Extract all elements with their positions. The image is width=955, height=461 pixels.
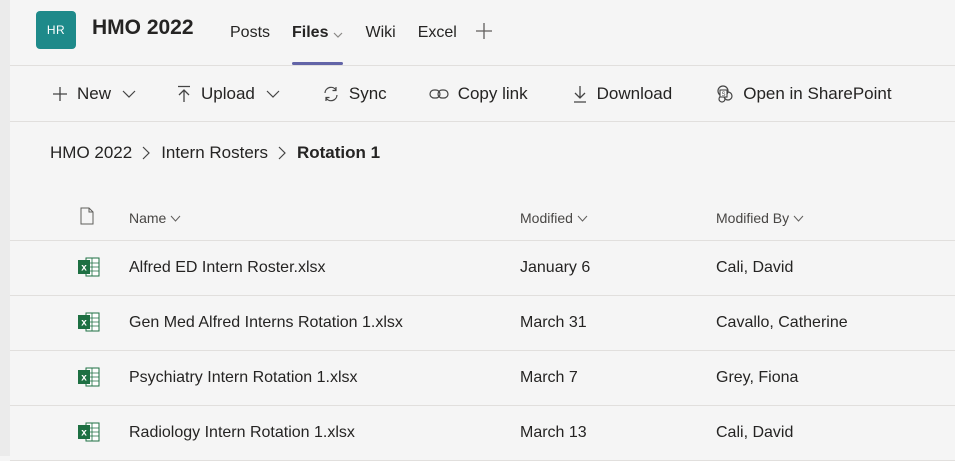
plus-icon	[52, 86, 68, 102]
tab-wiki-label: Wiki	[365, 24, 396, 41]
upload-icon	[176, 85, 192, 103]
sync-icon	[322, 85, 340, 103]
team-avatar[interactable]: HR	[36, 11, 76, 49]
copy-link-button[interactable]: Copy link	[429, 84, 528, 104]
tab-excel[interactable]: Excel	[418, 0, 457, 66]
sync-button[interactable]: Sync	[322, 84, 387, 104]
excel-file-icon: x	[78, 257, 100, 282]
chevron-down-icon	[122, 90, 136, 98]
breadcrumb-item[interactable]: HMO 2022	[50, 143, 132, 163]
add-tab-button[interactable]	[475, 19, 493, 47]
column-modified-by-label: Modified By	[716, 210, 790, 226]
copy-link-label: Copy link	[457, 83, 528, 103]
breadcrumb-current: Rotation 1	[296, 143, 381, 162]
file-modified: January 6	[520, 259, 591, 276]
upload-label: Upload	[201, 83, 255, 103]
column-name-label: Name	[129, 210, 167, 226]
file-name[interactable]: Gen Med Alfred Interns Rotation 1.xlsx	[129, 314, 403, 332]
file-modified: March 31	[520, 314, 587, 331]
file-name[interactable]: Psychiatry Intern Rotation 1.xlsx	[129, 369, 358, 387]
svg-text:x: x	[81, 318, 87, 329]
download-label: Download	[596, 83, 673, 103]
column-header-modified[interactable]: Modified	[520, 210, 588, 226]
file-modified: March 13	[520, 424, 587, 441]
excel-file-icon: x	[78, 367, 100, 392]
tab-files-label: Files	[292, 24, 329, 41]
chevron-down-icon	[333, 26, 343, 41]
svg-text:S: S	[722, 92, 726, 98]
open-in-sharepoint-label: Open in SharePoint	[743, 83, 892, 103]
link-icon	[429, 88, 449, 100]
file-modified-by: Grey, Fiona	[716, 369, 799, 386]
table-header: Name Modified Modified By	[10, 195, 955, 241]
breadcrumb-item[interactable]: Intern Rosters	[161, 143, 268, 163]
chevron-down-icon	[170, 215, 181, 222]
svg-text:x: x	[81, 373, 87, 384]
file-name[interactable]: Radiology Intern Rotation 1.xlsx	[129, 424, 355, 442]
chevron-down-icon	[793, 215, 804, 222]
tab-files[interactable]: Files	[292, 0, 344, 66]
app-rail-edge	[0, 0, 10, 456]
file-name[interactable]: Alfred ED Intern Roster.xlsx	[129, 259, 326, 277]
chevron-right-icon	[278, 146, 287, 160]
team-name: HMO 2022	[92, 16, 194, 39]
table-row[interactable]: x Psychiatry Intern Rotation 1.xlsx Marc…	[10, 351, 955, 406]
file-modified-by: Cavallo, Catherine	[716, 314, 848, 331]
channel-header: HR HMO 2022 Posts Files Wiki Excel	[10, 0, 955, 66]
file-modified-by: Cali, David	[716, 259, 794, 276]
files-table: Name Modified Modified By x Alfred ED In…	[10, 195, 955, 461]
table-row[interactable]: x Radiology Intern Rotation 1.xlsx March…	[10, 406, 955, 461]
chevron-down-icon	[266, 90, 280, 98]
table-row[interactable]: x Alfred ED Intern Roster.xlsx January 6…	[10, 241, 955, 296]
file-modified-by: Cali, David	[716, 424, 794, 441]
sync-label: Sync	[348, 83, 387, 103]
column-header-modified-by[interactable]: Modified By	[716, 210, 804, 226]
tab-posts[interactable]: Posts	[230, 0, 270, 66]
upload-button[interactable]: Upload	[176, 84, 280, 104]
column-modified-label: Modified	[520, 210, 573, 226]
column-header-name[interactable]: Name	[129, 210, 181, 226]
file-modified: March 7	[520, 369, 578, 386]
file-type-icon[interactable]	[80, 207, 94, 225]
files-view: HR HMO 2022 Posts Files Wiki Excel New U…	[10, 0, 955, 461]
excel-file-icon: x	[78, 312, 100, 337]
chevron-down-icon	[577, 215, 588, 222]
sharepoint-icon: S	[716, 84, 734, 103]
files-toolbar: New Upload Sync Copy link Download S Ope…	[10, 66, 955, 122]
plus-icon	[475, 23, 492, 39]
download-button[interactable]: Download	[572, 83, 673, 104]
tab-wiki[interactable]: Wiki	[365, 0, 395, 66]
tab-posts-label: Posts	[230, 24, 271, 41]
svg-text:x: x	[81, 263, 87, 274]
breadcrumb: HMO 2022 Intern Rosters Rotation 1	[50, 143, 380, 163]
new-button[interactable]: New	[52, 84, 136, 104]
download-icon	[572, 85, 588, 103]
svg-text:x: x	[81, 428, 87, 439]
table-row[interactable]: x Gen Med Alfred Interns Rotation 1.xlsx…	[10, 296, 955, 351]
new-label: New	[77, 83, 112, 103]
open-in-sharepoint-button[interactable]: S Open in SharePoint	[716, 83, 892, 104]
chevron-right-icon	[142, 146, 151, 160]
tab-excel-label: Excel	[417, 24, 457, 41]
excel-file-icon: x	[78, 422, 100, 447]
channel-tabs: Posts Files Wiki Excel	[230, 0, 493, 66]
